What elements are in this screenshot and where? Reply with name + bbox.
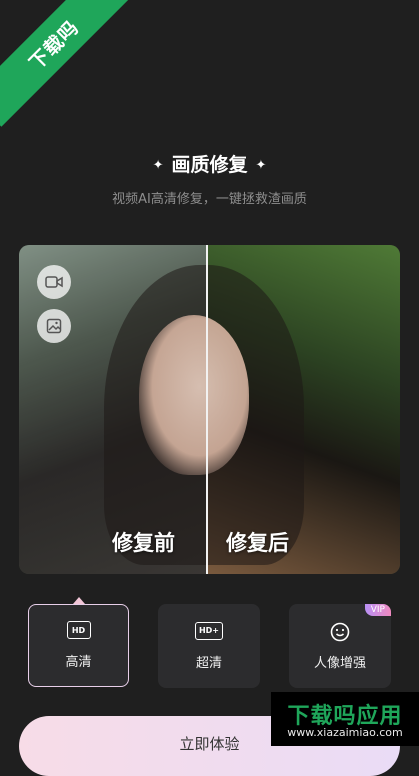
portrait-face [139,315,249,475]
compare-divider[interactable] [206,245,208,574]
sparkle-icon: ✦ [152,158,164,173]
video-mode-button[interactable] [37,265,71,299]
before-label: 修复前 [112,531,175,555]
option-label: 高清 [65,655,92,670]
after-label: 修复后 [226,531,289,555]
option-hd-plus[interactable]: HD+ 超清 [158,604,260,688]
sparkle-icon: ✦ [255,158,267,173]
hd-icon: HD [66,621,91,639]
hd-plus-icon: HD+ [195,621,223,640]
option-label: 超清 [195,655,222,671]
smile-face-icon [330,622,350,641]
image-mode-button[interactable] [37,309,71,343]
video-icon [45,276,63,288]
option-label: 人像增强 [313,655,366,671]
page-subtitle: 视频AI高清修复，一键拯救渣画质 [112,192,307,207]
quality-options: HD 高清 HD+ 超清 VIP 人像增强 [0,604,419,690]
selection-pointer [73,597,85,604]
watermark-url: www.xiazaimiao.com [287,726,403,739]
corner-badge: 下载吗 [0,0,136,127]
before-after-preview[interactable]: 修复前 修复后 [19,245,400,574]
page-title: 画质修复 [171,154,248,176]
option-hd[interactable]: HD 高清 [28,604,129,687]
option-portrait-enhance[interactable]: VIP 人像增强 [289,604,391,688]
vip-badge: VIP [364,604,391,616]
watermark: 下载吗应用 www.xiazaimiao.com [271,692,419,746]
page-title-row: ✦ 画质修复 ✦ [0,150,419,177]
image-icon [46,318,62,334]
